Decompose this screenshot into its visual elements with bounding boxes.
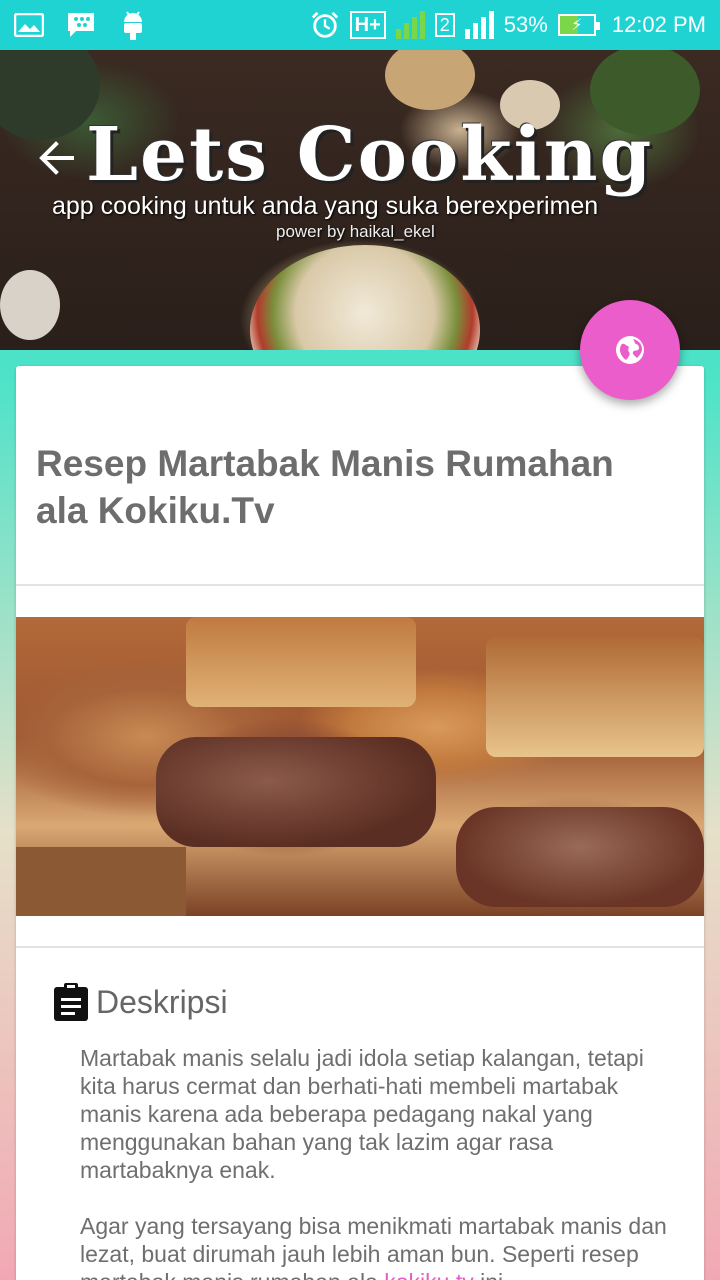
description-label: Deskripsi bbox=[96, 983, 228, 1020]
globe-icon bbox=[616, 336, 644, 364]
image-detail bbox=[156, 737, 436, 847]
image-detail bbox=[456, 807, 704, 907]
android-icon bbox=[118, 11, 148, 40]
back-button[interactable] bbox=[36, 138, 76, 178]
gallery-icon bbox=[14, 12, 44, 38]
status-bar: H+ 2 53% ⚡ 12:02 PM bbox=[0, 0, 720, 50]
arrow-back-icon bbox=[39, 141, 74, 175]
recipe-card: Resep Martabak Manis Rumahan ala Kokiku.… bbox=[16, 366, 704, 1280]
kokiku-link[interactable]: kokiku.tv bbox=[384, 1269, 473, 1280]
image-detail bbox=[486, 637, 704, 757]
description-paragraph: Agar yang tersayang bisa menikmati marta… bbox=[80, 1212, 670, 1280]
app-logo-title: Lets Cooking bbox=[86, 112, 654, 198]
signal-icon bbox=[395, 11, 425, 39]
alarm-icon bbox=[310, 11, 340, 38]
web-fab-button[interactable] bbox=[580, 300, 680, 400]
description-paragraph: Martabak manis selalu jadi idola setiap … bbox=[80, 1045, 644, 1183]
description-body: Martabak manis selalu jadi idola setiap … bbox=[80, 1044, 670, 1280]
divider bbox=[16, 584, 704, 586]
powered-by: power by haikal_ekel bbox=[276, 222, 435, 241]
battery-icon: ⚡ bbox=[557, 14, 600, 36]
clipboard-icon bbox=[54, 983, 88, 1021]
battery-percent: 53% bbox=[503, 12, 548, 37]
banner-decor bbox=[0, 50, 100, 140]
image-detail bbox=[186, 617, 416, 707]
app-tagline: app cooking untuk anda yang suka berexpe… bbox=[52, 192, 599, 220]
paragraph-text: Agar yang tersayang bisa menikmati marta… bbox=[80, 1213, 667, 1280]
recipe-title: Resep Martabak Manis Rumahan ala Kokiku.… bbox=[36, 443, 614, 531]
recipe-image bbox=[16, 617, 704, 916]
signal-icon bbox=[464, 11, 494, 39]
banner-decor bbox=[385, 50, 475, 110]
network-type: H+ bbox=[349, 11, 386, 39]
image-detail bbox=[16, 847, 186, 916]
description-header: Deskripsi bbox=[52, 982, 228, 1022]
banner-decor bbox=[0, 270, 60, 340]
paragraph-text: ini bbox=[474, 1269, 503, 1280]
food-plate-image bbox=[250, 245, 480, 350]
bbm-icon bbox=[66, 12, 96, 38]
sim2-label: 2 bbox=[434, 13, 455, 37]
divider bbox=[16, 946, 704, 948]
clock: 12:02 PM bbox=[611, 12, 706, 37]
